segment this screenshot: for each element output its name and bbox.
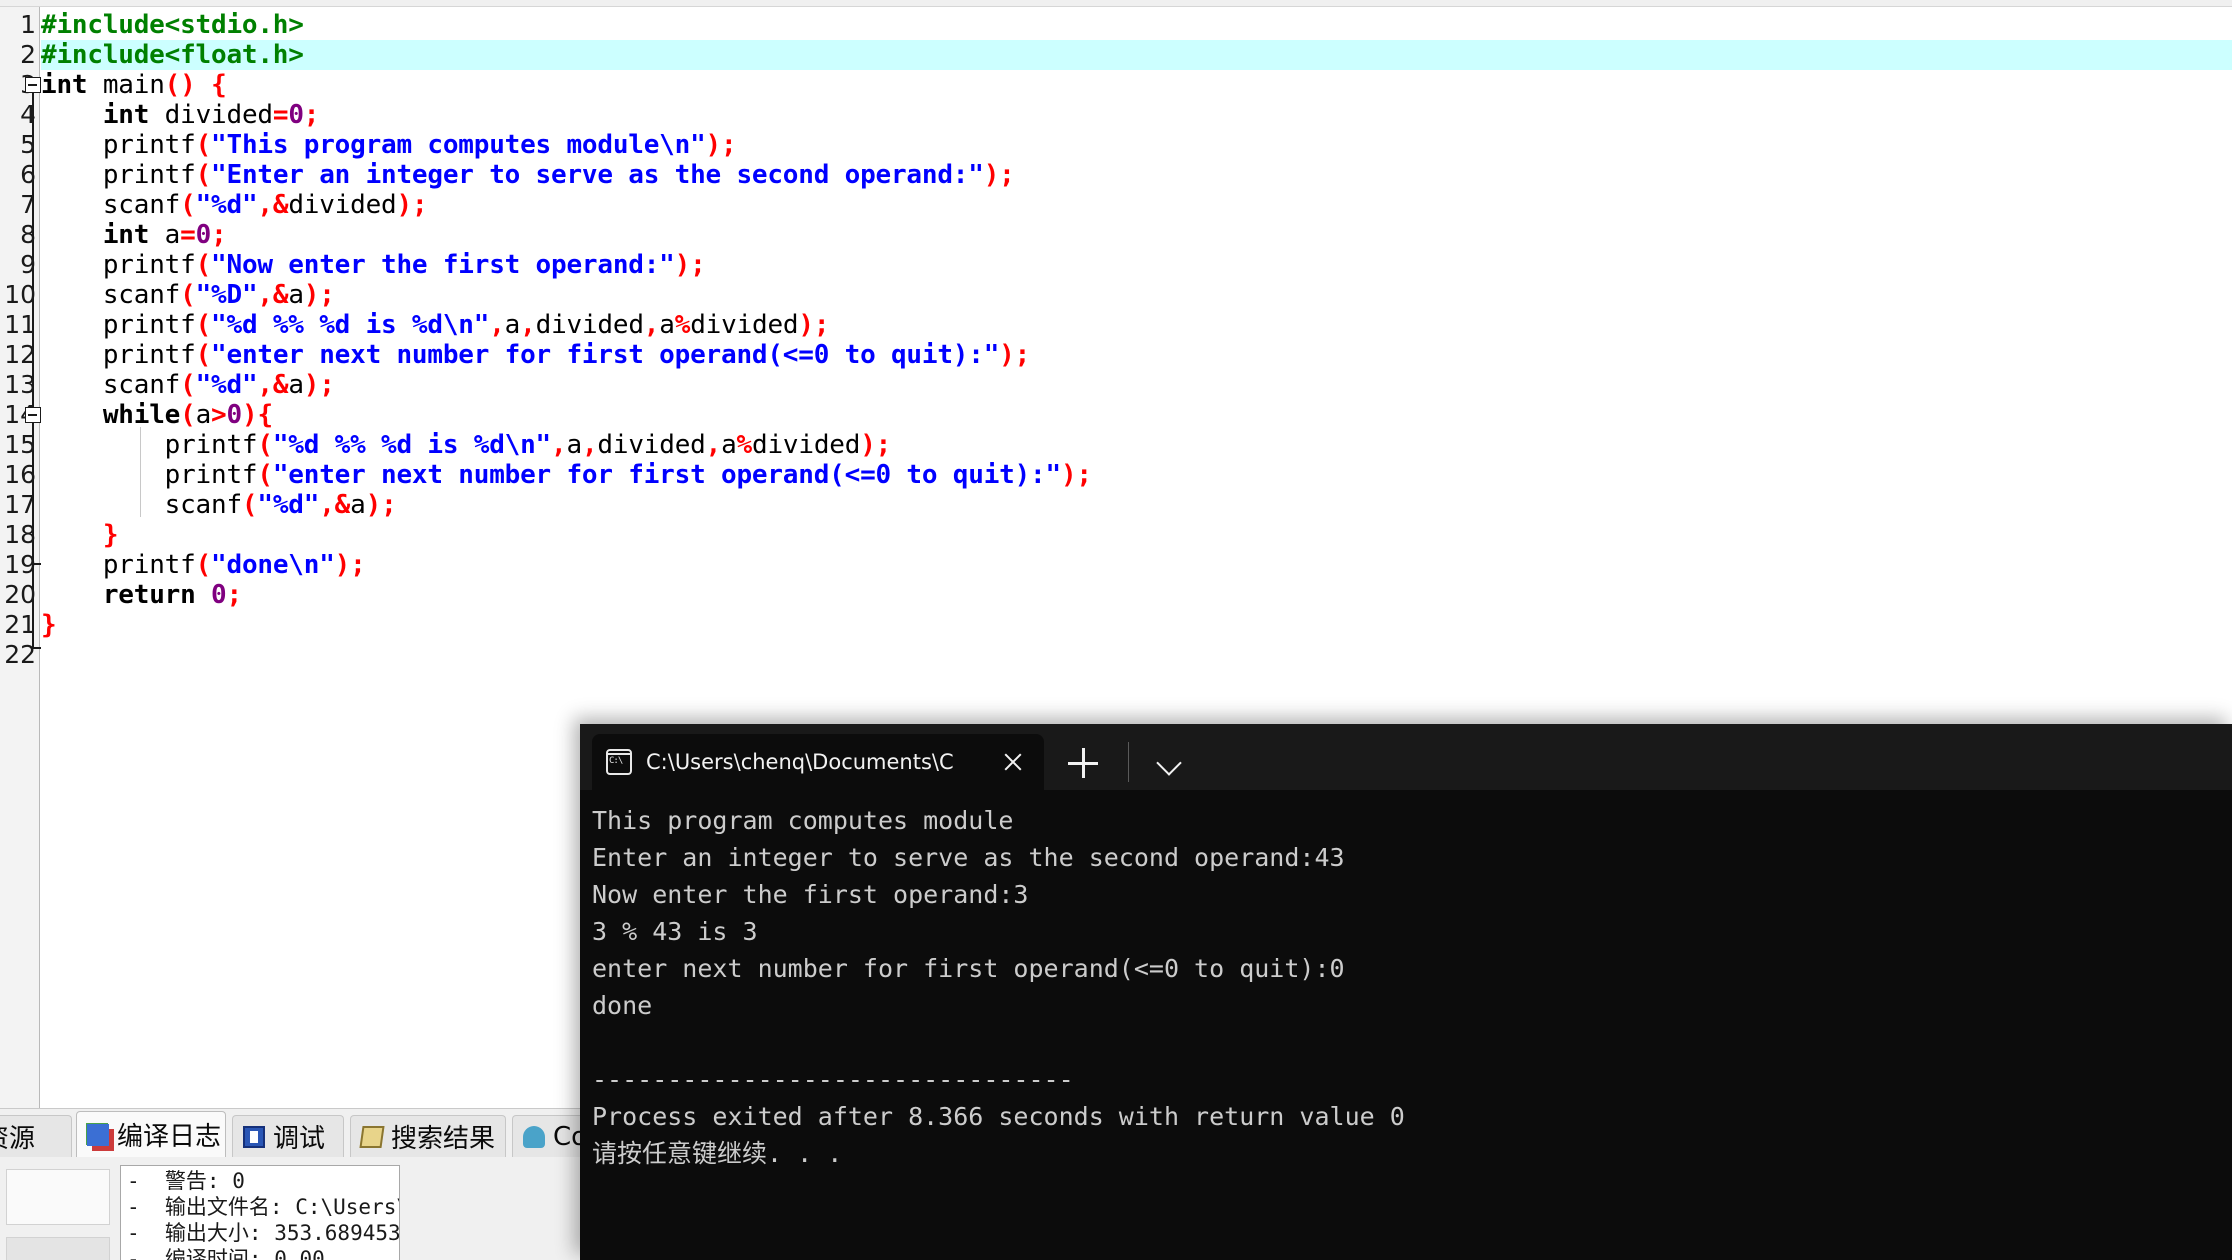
code-line-10: scanf("%D",&a);: [102, 280, 335, 310]
line-number: 9: [20, 250, 36, 279]
terminal-line: 3 % 43 is 3: [592, 917, 758, 946]
log-line: - 编译时间: 0.00: [127, 1247, 325, 1260]
code-line-11: printf("%d %% %d is %d\n",a,divided,a%di…: [102, 310, 830, 340]
console-icon: [606, 749, 632, 775]
terminal-line: Process exited after 8.366 seconds with …: [592, 1102, 1405, 1131]
code-line-19: printf("done\n");: [102, 550, 366, 580]
toolbar-divider: [1128, 742, 1129, 782]
layers-icon: [87, 1123, 109, 1146]
terminal-line: This program computes module: [592, 806, 1014, 835]
line-number: 2: [20, 40, 36, 69]
terminal-tab-bar: C:\Users\chenq\Documents\C: [580, 724, 2232, 790]
fold-bracket-tail: [32, 563, 34, 647]
line-number: 1: [20, 10, 36, 39]
code-line-20: return 0;: [102, 580, 242, 610]
compile-icon: [523, 1125, 545, 1148]
code-line-4: int divided=0;: [102, 100, 320, 130]
fold-marker-line-3[interactable]: [25, 77, 41, 93]
line-number: 6: [20, 160, 36, 189]
code-line-15: printf("%d %% %d is %d\n",a,divided,a%di…: [164, 430, 892, 460]
code-token-preprocessor: #include<float.h>: [41, 40, 304, 70]
code-line-1: #include<stdio.h>: [41, 10, 304, 40]
code-line-6: printf("Enter an integer to serve as the…: [102, 160, 1015, 190]
debug-icon: [243, 1125, 265, 1148]
editor-top-strip: [0, 0, 2232, 7]
terminal-output[interactable]: This program computes module Enter an in…: [580, 790, 2232, 1260]
fold-bracket-line-14: [32, 423, 34, 563]
code-line-3: int main() {: [41, 70, 227, 100]
code-line-7: scanf("%d",&divided);: [102, 190, 428, 220]
log-line: - 输出大小: 353.689453125 Ki: [127, 1221, 400, 1245]
code-line-2: #include<float.h>: [41, 40, 304, 70]
line-number: 8: [20, 220, 36, 249]
code-line-8: int a=0;: [102, 220, 227, 250]
code-token-preprocessor: #include<stdio.h>: [41, 10, 304, 40]
chevron-down-icon[interactable]: [1158, 752, 1184, 778]
line-number-gutter[interactable]: 1 2 3 4 5 6 7 8 9 10 11 12 13 14 15 16 1…: [0, 7, 41, 1108]
terminal-tab[interactable]: C:\Users\chenq\Documents\C: [592, 734, 1044, 790]
panel-tab-label: 搜索结果: [391, 1124, 496, 1154]
fold-bracket-end-line-21: [32, 647, 41, 649]
terminal-line-separator: --------------------------------: [592, 1065, 1074, 1094]
terminal-line: 请按任意键继续. . .: [592, 1139, 843, 1168]
panel-tab-label: 编译日志: [117, 1122, 222, 1152]
compile-log-output[interactable]: - 警告: 0 - 输出文件名: C:\Users\chenq - 输出大小: …: [120, 1165, 400, 1260]
log-line: - 警告: 0: [127, 1169, 245, 1193]
code-line-12: printf("enter next number for first oper…: [102, 340, 1031, 370]
fold-marker-line-14[interactable]: [25, 407, 41, 423]
line-number: 5: [20, 130, 36, 159]
panel-side-box-secondary: [6, 1237, 110, 1260]
code-line-14: while(a>0){: [102, 400, 273, 430]
code-line-21: }: [41, 610, 57, 640]
new-tab-icon[interactable]: [1068, 748, 1098, 778]
terminal-line: done: [592, 991, 653, 1020]
code-line-18: }: [102, 520, 119, 550]
terminal-line: Now enter the first operand:3: [592, 880, 1029, 909]
close-icon[interactable]: [996, 745, 1030, 779]
code-line-5: printf("This program computes module\n")…: [102, 130, 737, 160]
terminal-tab-title: C:\Users\chenq\Documents\C: [646, 750, 954, 774]
code-line-13: scanf("%d",&a);: [102, 370, 335, 400]
fold-bracket-line-3: [32, 93, 34, 417]
line-number: 7: [20, 190, 36, 219]
panel-tab-label: 调试: [273, 1124, 326, 1154]
panel-side-box: [6, 1169, 110, 1225]
panel-tab-debug[interactable]: 调试: [232, 1115, 344, 1157]
terminal-line: Enter an integer to serve as the second …: [592, 843, 1345, 872]
panel-tab-compile-log[interactable]: 编译日志: [76, 1111, 226, 1157]
code-line-16: printf("enter next number for first oper…: [164, 460, 1092, 490]
panel-tab-label: 资源: [0, 1124, 36, 1154]
code-line-9: printf("Now enter the first operand:");: [102, 250, 706, 280]
code-line-17: scanf("%d",&a);: [164, 490, 397, 520]
panel-tab-resources[interactable]: 资源: [0, 1115, 72, 1157]
panel-tab-search-results[interactable]: 搜索结果: [350, 1115, 506, 1157]
search-icon: [359, 1125, 385, 1148]
windows-terminal-window[interactable]: C:\Users\chenq\Documents\C This program …: [580, 724, 2232, 1260]
log-line: - 输出文件名: C:\Users\chenq: [127, 1195, 399, 1219]
app-root: 1 2 3 4 5 6 7 8 9 10 11 12 13 14 15 16 1…: [0, 0, 2232, 1260]
line-number: 4: [20, 100, 36, 129]
terminal-line: enter next number for first operand(<=0 …: [592, 954, 1345, 983]
current-line-highlight: [41, 40, 2232, 70]
